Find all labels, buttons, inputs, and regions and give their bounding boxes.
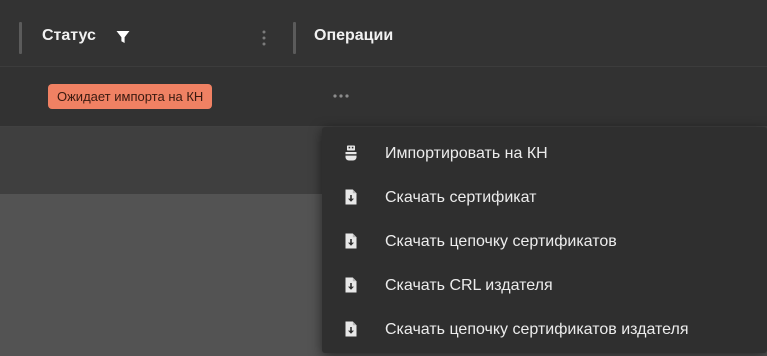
file-download-icon <box>345 233 357 249</box>
menu-item-download-chain[interactable]: Скачать цепочку сертификатов <box>322 220 767 264</box>
status-badge: Ожидает импорта на КН <box>48 84 213 109</box>
operations-menu: Импортировать на КН Скачать сертификат С… <box>322 127 767 353</box>
more-horizontal-icon[interactable] <box>326 88 356 104</box>
menu-item-label: Скачать CRL издателя <box>385 277 553 294</box>
menu-item-download-certificate[interactable]: Скачать сертификат <box>322 176 767 220</box>
menu-item-label: Скачать сертификат <box>385 189 537 206</box>
filter-icon[interactable] <box>116 30 130 44</box>
table-header: Статус Операции <box>0 0 767 67</box>
menu-item-download-issuer-crl[interactable]: Скачать CRL издателя <box>322 264 767 308</box>
menu-item-label: Скачать цепочку сертификатов <box>385 233 617 250</box>
file-download-icon <box>345 277 357 293</box>
menu-item-import[interactable]: Импортировать на КН <box>322 132 767 176</box>
column-header-operations: Операции <box>314 27 394 44</box>
column-resize-handle[interactable] <box>293 22 296 54</box>
menu-item-label: Скачать цепочку сертификатов издателя <box>385 321 689 338</box>
file-download-icon <box>345 189 357 205</box>
file-download-icon <box>345 321 357 337</box>
column-menu-icon[interactable] <box>257 29 271 47</box>
usb-drive-icon <box>345 145 357 161</box>
page: Статус Операции Ожидает импорта на КН Им… <box>0 0 767 356</box>
column-resize-handle[interactable] <box>19 22 22 54</box>
column-header-status[interactable]: Статус <box>42 25 96 47</box>
menu-item-label: Импортировать на КН <box>385 145 548 162</box>
menu-item-download-issuer-chain[interactable]: Скачать цепочку сертификатов издателя <box>322 308 767 352</box>
